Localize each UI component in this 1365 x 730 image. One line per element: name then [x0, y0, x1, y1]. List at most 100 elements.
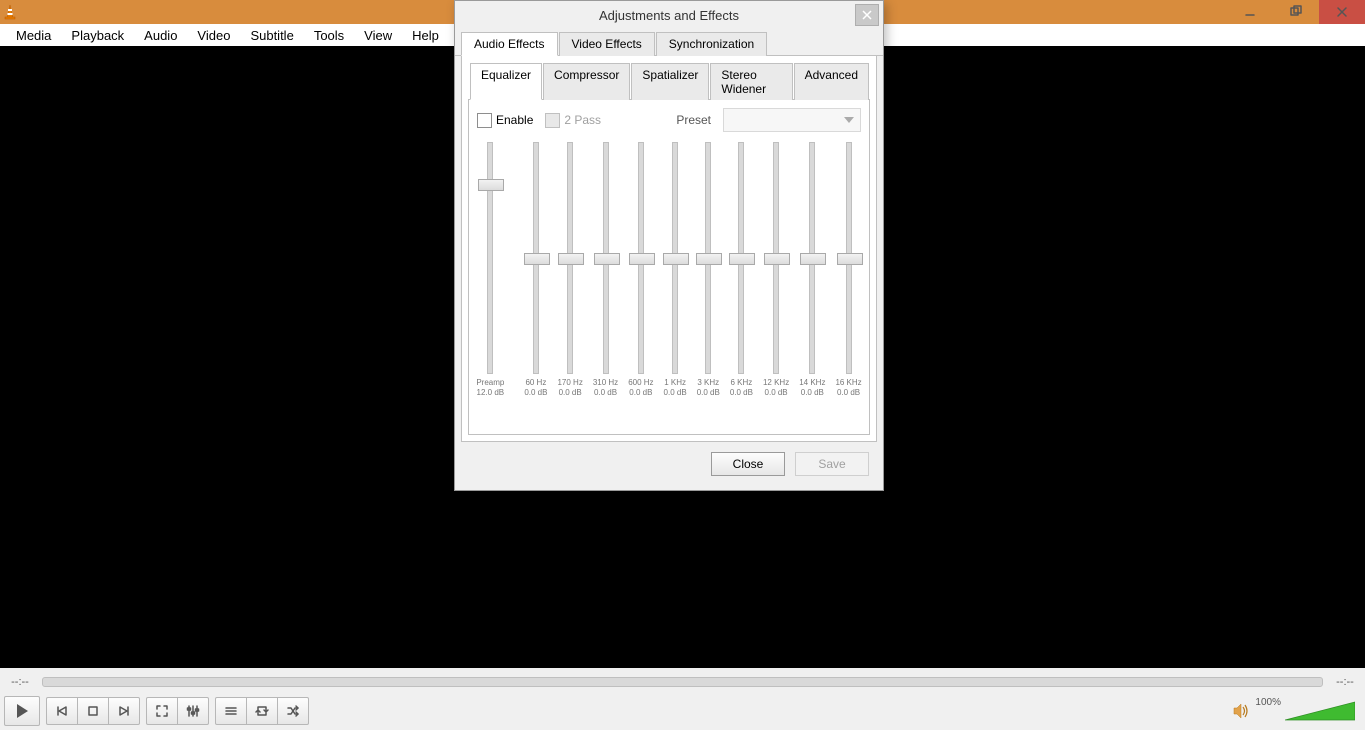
dialog-titlebar[interactable]: Adjustments and Effects	[455, 1, 883, 29]
preset-dropdown[interactable]	[723, 108, 861, 132]
band-6: 6 KHz0.0 dB	[730, 142, 753, 397]
loop-button[interactable]	[246, 697, 278, 725]
band-0-thumb[interactable]	[524, 253, 550, 265]
band-3-slider[interactable]	[638, 142, 644, 374]
band-5-label: 3 KHz	[697, 378, 719, 388]
band-3-thumb[interactable]	[629, 253, 655, 265]
band-8-slider[interactable]	[809, 142, 815, 374]
band-9-thumb[interactable]	[837, 253, 863, 265]
twopass-checkbox: 2 Pass	[545, 113, 601, 128]
band-7-thumb[interactable]	[764, 253, 790, 265]
stop-button[interactable]	[77, 697, 109, 725]
outer-tab-video-effects[interactable]: Video Effects	[559, 32, 655, 56]
band-1-thumb[interactable]	[558, 253, 584, 265]
playlist-button[interactable]	[215, 697, 247, 725]
band-8: 14 KHz0.0 dB	[799, 142, 825, 397]
band-8-value: 0.0 dB	[801, 388, 824, 397]
band-9-slider[interactable]	[846, 142, 852, 374]
band-1-slider[interactable]	[567, 142, 573, 374]
preamp-slider[interactable]	[487, 142, 493, 374]
inner-tab-compressor[interactable]: Compressor	[543, 63, 630, 100]
volume-percent-label: 100%	[1255, 697, 1281, 708]
equalizer-sliders: Preamp12.0 dB60 Hz0.0 dB170 Hz0.0 dB310 …	[477, 142, 861, 422]
band-9-value: 0.0 dB	[837, 388, 860, 397]
band-5-thumb[interactable]	[696, 253, 722, 265]
close-button[interactable]	[1319, 0, 1365, 24]
menu-video[interactable]: Video	[187, 26, 240, 45]
band-7: 12 KHz0.0 dB	[763, 142, 789, 397]
band-4-slider[interactable]	[672, 142, 678, 374]
preset-label: Preset	[676, 113, 711, 127]
close-button-dialog[interactable]: Close	[711, 452, 785, 476]
preamp: Preamp12.0 dB	[476, 142, 504, 397]
vlc-cone-icon	[2, 4, 18, 20]
play-button[interactable]	[4, 696, 40, 726]
outer-tabstrip: Audio EffectsVideo EffectsSynchronizatio…	[455, 29, 883, 56]
band-9-label: 16 KHz	[835, 378, 861, 388]
save-button-dialog: Save	[795, 452, 869, 476]
preamp-label: Preamp	[476, 378, 504, 388]
previous-button[interactable]	[46, 697, 78, 725]
outer-tab-audio-effects[interactable]: Audio Effects	[461, 32, 558, 56]
band-6-slider[interactable]	[738, 142, 744, 374]
inner-tabstrip: EqualizerCompressorSpatializerStereo Wid…	[468, 62, 870, 100]
inner-tab-stereo-widener[interactable]: Stereo Widener	[710, 63, 792, 100]
time-elapsed: --:--	[4, 676, 36, 688]
minimize-button[interactable]	[1227, 0, 1273, 24]
band-6-label: 6 KHz	[731, 378, 753, 388]
band-4-thumb[interactable]	[663, 253, 689, 265]
band-4: 1 KHz0.0 dB	[664, 142, 687, 397]
band-4-label: 1 KHz	[664, 378, 686, 388]
band-0: 60 Hz0.0 dB	[524, 142, 547, 397]
band-2-thumb[interactable]	[594, 253, 620, 265]
seek-slider[interactable]	[42, 677, 1323, 687]
band-7-slider[interactable]	[773, 142, 779, 374]
band-5-slider[interactable]	[705, 142, 711, 374]
band-1: 170 Hz0.0 dB	[557, 142, 582, 397]
preamp-thumb[interactable]	[478, 179, 504, 191]
band-2: 310 Hz0.0 dB	[593, 142, 618, 397]
menu-playback[interactable]: Playback	[61, 26, 134, 45]
inner-tab-equalizer[interactable]: Equalizer	[470, 63, 542, 100]
enable-checkbox[interactable]: Enable	[477, 113, 533, 128]
menu-help[interactable]: Help	[402, 26, 449, 45]
band-0-slider[interactable]	[533, 142, 539, 374]
inner-tab-spatializer[interactable]: Spatializer	[631, 63, 709, 100]
speaker-icon[interactable]	[1233, 703, 1251, 719]
volume-slider[interactable]	[1285, 700, 1355, 722]
preamp-value: 12.0 dB	[477, 388, 505, 397]
twopass-label: 2 Pass	[564, 113, 601, 127]
band-3-value: 0.0 dB	[629, 388, 652, 397]
maximize-button[interactable]	[1273, 0, 1319, 24]
band-0-label: 60 Hz	[525, 378, 546, 388]
extended-settings-button[interactable]	[177, 697, 209, 725]
band-0-value: 0.0 dB	[524, 388, 547, 397]
band-7-value: 0.0 dB	[765, 388, 788, 397]
band-6-value: 0.0 dB	[730, 388, 753, 397]
seek-row: --:-- --:--	[0, 672, 1365, 692]
enable-label: Enable	[496, 113, 533, 127]
menu-tools[interactable]: Tools	[304, 26, 354, 45]
fullscreen-button[interactable]	[146, 697, 178, 725]
menu-media[interactable]: Media	[6, 26, 61, 45]
band-3-label: 600 Hz	[628, 378, 653, 388]
shuffle-button[interactable]	[277, 697, 309, 725]
next-button[interactable]	[108, 697, 140, 725]
band-5: 3 KHz0.0 dB	[697, 142, 720, 397]
band-2-slider[interactable]	[603, 142, 609, 374]
band-3: 600 Hz0.0 dB	[628, 142, 653, 397]
band-8-thumb[interactable]	[800, 253, 826, 265]
menu-view[interactable]: View	[354, 26, 402, 45]
inner-tab-advanced[interactable]: Advanced	[794, 63, 869, 100]
band-5-value: 0.0 dB	[697, 388, 720, 397]
controls-row: 100%	[0, 692, 1365, 730]
chevron-down-icon	[844, 117, 854, 123]
band-1-value: 0.0 dB	[559, 388, 582, 397]
dialog-close-button[interactable]	[855, 4, 879, 26]
band-6-thumb[interactable]	[729, 253, 755, 265]
dialog-title: Adjustments and Effects	[599, 8, 739, 23]
outer-tab-synchronization[interactable]: Synchronization	[656, 32, 767, 56]
band-9: 16 KHz0.0 dB	[835, 142, 861, 397]
menu-audio[interactable]: Audio	[134, 26, 187, 45]
menu-subtitle[interactable]: Subtitle	[240, 26, 303, 45]
